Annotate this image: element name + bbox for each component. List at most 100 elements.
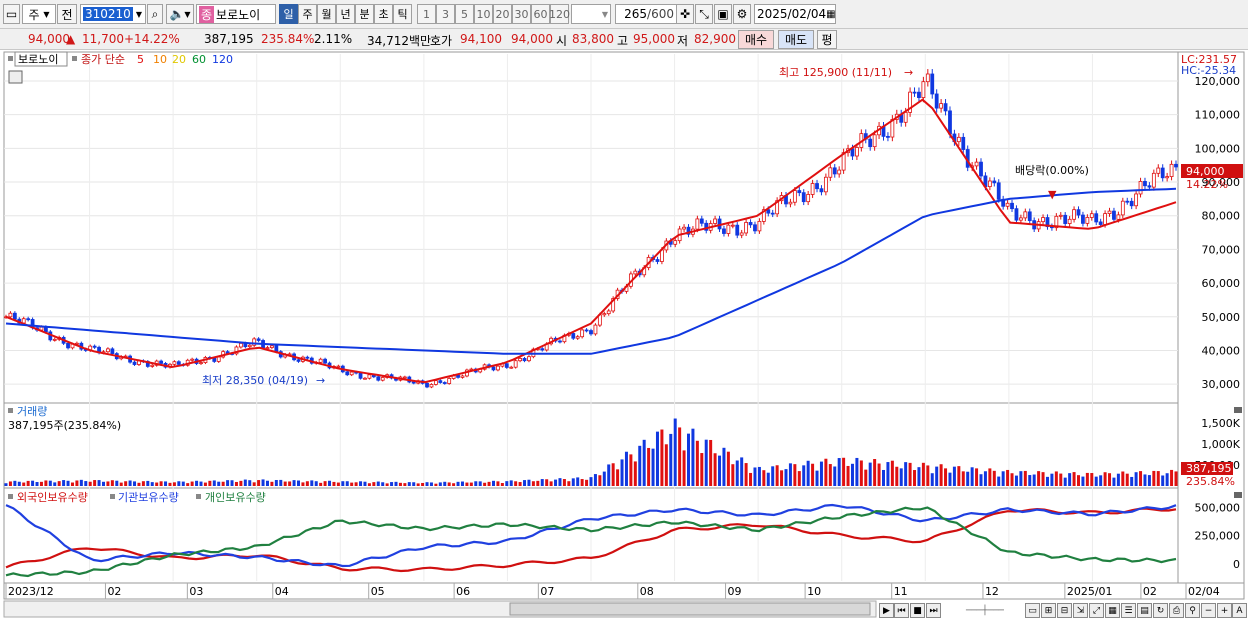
expand-icon[interactable]: ⤢ [1089, 603, 1104, 618]
interval-button[interactable]: 20 [493, 4, 512, 24]
volume-bar [119, 482, 123, 486]
tab-tick[interactable]: 틱 [393, 4, 412, 24]
volume-bar [718, 455, 722, 486]
refresh-icon[interactable]: ↻ [1153, 603, 1168, 618]
volume-bar [1001, 471, 1005, 486]
volume-bar [274, 480, 278, 486]
tab-minute[interactable]: 분 [355, 4, 374, 24]
volume-bar [1139, 471, 1143, 486]
interval-button[interactable]: 30 [512, 4, 531, 24]
date-field[interactable]: 2025/02/04 ▦ [754, 4, 836, 24]
candle [367, 374, 372, 379]
calculator-icon[interactable] [8, 70, 23, 84]
view-icon[interactable]: ▭ [1025, 603, 1040, 618]
bar-count-field[interactable]: 265/600 [615, 4, 677, 24]
sell-button[interactable]: 매도 [778, 30, 814, 49]
zoom-in-icon[interactable]: + [1217, 603, 1232, 618]
save-icon[interactable]: ▣ [714, 4, 732, 24]
scroll-right-icon[interactable]: ▶ [879, 603, 894, 618]
stock-code-input[interactable]: 310210 ▼ [80, 4, 146, 24]
crosshair-icon[interactable]: ✜ [676, 4, 694, 24]
candle [1098, 221, 1103, 225]
tab-day[interactable]: 일 [279, 4, 298, 24]
stock-name: 보로노이 [18, 53, 58, 66]
price-tick: 40,000 [1202, 344, 1241, 357]
prev-button[interactable]: 전 [57, 4, 77, 24]
volume-bar [939, 464, 943, 486]
interval-button[interactable]: 60 [531, 4, 550, 24]
volume-bar [1054, 471, 1058, 486]
chart-type-icon[interactable]: ⇲ [1073, 603, 1088, 618]
zoom-icon[interactable]: ⚲ [1185, 603, 1200, 618]
tile-icon[interactable]: ⊞ [1041, 603, 1056, 618]
tab-year[interactable]: 년 [336, 4, 355, 24]
interval-button[interactable]: 1 [417, 4, 436, 24]
volume-bar [944, 468, 948, 486]
volume-bar [983, 471, 987, 486]
interval-button[interactable]: 3 [436, 4, 455, 24]
stock-name-field[interactable]: 종 보로노이 [196, 4, 276, 24]
tab-week[interactable]: 주 [298, 4, 317, 24]
panel-close-icon[interactable] [1234, 407, 1242, 413]
avg-button[interactable]: 평 [817, 30, 837, 49]
candle [274, 345, 279, 353]
interval-button[interactable]: 5 [455, 4, 474, 24]
zoom-slider[interactable]: ───┼─── [950, 603, 1020, 618]
volume-bar [1152, 470, 1156, 486]
volume-bar [1090, 473, 1094, 486]
stop-icon[interactable]: ■ [910, 603, 925, 618]
volume-bar [1010, 473, 1014, 486]
interval-button[interactable]: 120 [549, 4, 570, 24]
font-icon[interactable]: A [1232, 603, 1247, 618]
interval-custom-select[interactable]: ▼ [571, 4, 611, 24]
chart-area[interactable]: 보로노이 종가 단순 5 10 20 60 120 LC:231.57 HC:-… [0, 50, 1248, 621]
volume-bar [248, 480, 252, 486]
split-icon[interactable]: ⊟ [1057, 603, 1072, 618]
period-tabs: 일 주 월 년 분 초 틱 [279, 4, 412, 24]
gear-icon[interactable]: ⚙ [733, 4, 751, 24]
scrollbar-thumb[interactable] [509, 602, 871, 616]
candle [1169, 163, 1174, 178]
calendar-icon[interactable]: ▦ [826, 9, 835, 20]
zoom-out-icon[interactable]: − [1201, 603, 1216, 618]
volume-bar [336, 482, 340, 486]
candle [456, 374, 460, 378]
window-icon[interactable]: ▭ [3, 4, 20, 24]
tab-second[interactable]: 초 [374, 4, 393, 24]
tab-month[interactable]: 월 [317, 4, 336, 24]
volume-bar [26, 480, 30, 486]
grid-icon[interactable]: ▦ [1105, 603, 1120, 618]
draw-tool-icon[interactable]: ⤡ [695, 4, 713, 24]
volume-bar [323, 481, 327, 486]
last-price-value: 94,000 [1186, 165, 1225, 178]
volume-bar [190, 481, 194, 486]
volume-bar [492, 480, 495, 486]
candle [810, 183, 815, 195]
print-icon[interactable]: ⎙ [1169, 603, 1184, 618]
candle [602, 313, 607, 316]
interval-button[interactable]: 10 [474, 4, 493, 24]
volume-bar [1165, 473, 1169, 486]
panel-close-icon[interactable] [1234, 492, 1242, 498]
volume-bar [576, 477, 580, 486]
volume-bar [660, 429, 664, 486]
volume-bar [478, 481, 482, 486]
volume-bar [1006, 469, 1010, 486]
candle [682, 226, 686, 230]
volume-bar [319, 482, 323, 486]
volume-bar [687, 433, 690, 486]
buy-button[interactable]: 매수 [738, 30, 774, 49]
candle [216, 356, 221, 362]
forward-icon[interactable]: ⏭ [926, 603, 941, 618]
layout-icon[interactable]: ▤ [1137, 603, 1152, 618]
search-icon[interactable]: ⌕ [147, 4, 163, 24]
volume-bar [398, 482, 402, 486]
volume-bar [904, 462, 908, 486]
candle [1005, 202, 1010, 207]
volume-bar [203, 482, 207, 486]
market-type-select[interactable]: 주 ▼ [22, 4, 56, 24]
rewind-icon[interactable]: ⏮ [894, 603, 909, 618]
legend-marker [196, 494, 201, 499]
list-icon[interactable]: ☰ [1121, 603, 1136, 618]
sound-icon[interactable]: 🔈 ▼ [166, 4, 194, 24]
